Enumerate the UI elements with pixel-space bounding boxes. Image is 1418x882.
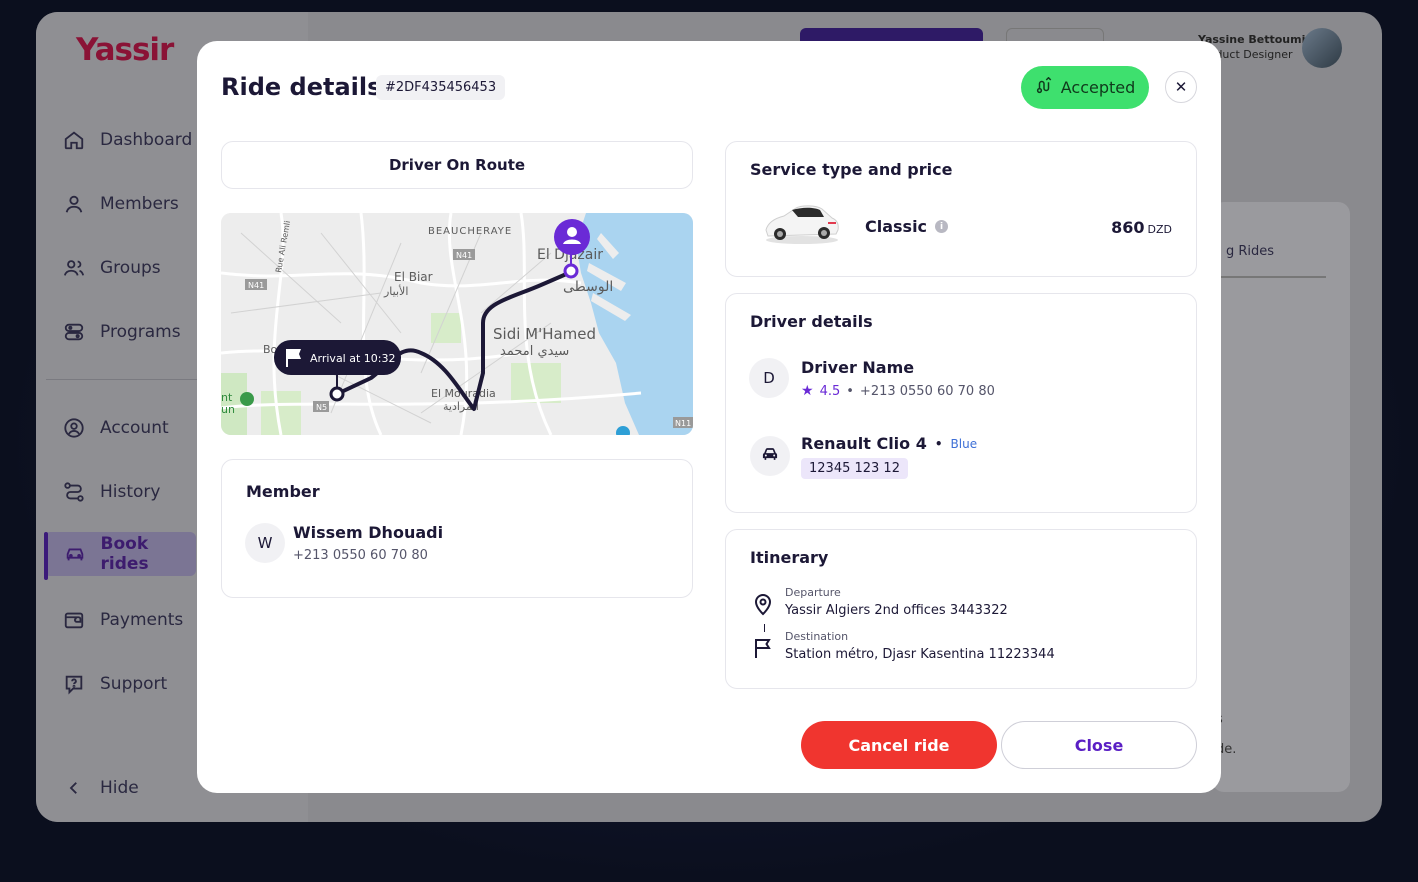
map-label: BEAUCHERAYE (428, 226, 512, 237)
flag-icon (755, 639, 771, 658)
destination-address: Station métro, Djasr Kasentina 11223344 (785, 647, 1055, 662)
car-icon (64, 542, 87, 566)
departure-address: Yassir Algiers 2nd offices 3443322 (785, 603, 1008, 618)
user-name: Yassine Bettoumi (1198, 33, 1306, 46)
map-label: الأبيار (383, 284, 408, 298)
close-button[interactable]: Close (1001, 721, 1197, 769)
driver-avatar: D (749, 358, 789, 398)
users-icon (62, 256, 86, 280)
departure-label: Departure (785, 586, 841, 599)
map-label: un (221, 403, 235, 416)
arrival-label: Arrival at 10:32 (310, 352, 396, 365)
sidebar-item-label: Members (100, 194, 179, 214)
home-icon (62, 128, 86, 152)
avatar[interactable] (1302, 28, 1342, 68)
driver-rating: ★ 4.5 • +213 0550 60 70 80 (801, 383, 995, 399)
chevron-left-icon (62, 776, 86, 800)
member-phone: +213 0550 60 70 80 (293, 548, 428, 563)
member-card-title: Member (246, 482, 320, 501)
separator-dot: • (934, 436, 943, 451)
sidebar-item-label: Book rides (100, 534, 149, 574)
vehicle-model: Renault Clio 4 • Blue (801, 434, 977, 453)
sidebar-item-label: Programs (100, 322, 181, 342)
road-shield-label: N5 (316, 403, 327, 412)
account-icon (62, 416, 86, 440)
modal-title: Ride details (221, 73, 382, 101)
license-plate: 12345 123 12 (801, 458, 908, 479)
itinerary-card-title: Itinerary (750, 548, 829, 567)
map-label: الوسطى (563, 279, 613, 295)
status-label: Accepted (1060, 78, 1136, 97)
status-badge: Accepted (1021, 66, 1149, 109)
flag-icon (287, 349, 301, 359)
ride-id-badge: #2DF435456453 (376, 75, 506, 100)
map-label: El Biar (394, 270, 433, 284)
vehicle-avatar (750, 436, 790, 476)
info-icon[interactable]: i (935, 220, 949, 233)
road-shield-label: N11 (675, 419, 691, 428)
map-label: Sidi M'Hamed (493, 325, 596, 343)
sidebar-item-label: Dashboard (100, 130, 193, 150)
history-icon (62, 480, 86, 504)
star-icon: ★ (801, 383, 814, 399)
brand-logo: Yassir (76, 32, 174, 68)
programs-icon (62, 320, 86, 344)
service-type-label: Classic (865, 217, 928, 236)
ride-details-modal: Ride details #2DF435456453 Accepted ✕ Dr… (197, 41, 1221, 793)
background-tab: g Rides (1226, 244, 1275, 259)
service-card: Service type and price Classic i 860 DZD (725, 141, 1197, 277)
background-panel (1212, 202, 1350, 792)
wallet-icon (62, 608, 86, 632)
ride-state-label: Driver On Route (388, 156, 526, 174)
background-tab-underline (1212, 276, 1326, 278)
driver-card-title: Driver details (750, 312, 873, 331)
map-label: سيدي امحمد (500, 344, 569, 359)
price-currency: DZD (1147, 223, 1172, 236)
sidebar-item-label: History (100, 482, 161, 502)
road-shield-label: N41 (248, 281, 264, 290)
sidebar-item-label: Payments (100, 610, 184, 630)
sidebar-item-label: Groups (100, 258, 161, 278)
close-icon[interactable]: ✕ (1165, 71, 1197, 103)
driver-name: Driver Name (801, 358, 915, 377)
vehicle-model-label: Renault Clio 4 (801, 434, 927, 453)
origin-marker (329, 386, 345, 402)
location-pin-icon (754, 594, 772, 616)
service-price: 860 DZD (1111, 218, 1172, 237)
member-name: Wissem Dhouadi (293, 523, 444, 542)
park-pin-icon (240, 392, 254, 406)
destination-marker (563, 263, 579, 279)
service-type: Classic i (865, 217, 949, 236)
member-avatar: W (245, 523, 285, 563)
car-icon (760, 444, 780, 468)
route-icon (1035, 76, 1053, 99)
hide-label: Hide (100, 778, 139, 798)
destination-label: Destination (785, 630, 849, 643)
price-value: 860 (1111, 218, 1145, 237)
driver-phone: +213 0550 60 70 80 (859, 383, 995, 399)
map-canvas: BEAUCHERAYE El Djazair El Biar الأبيار S… (221, 213, 693, 435)
route-map[interactable]: BEAUCHERAYE El Djazair El Biar الأبيار S… (221, 213, 693, 435)
vehicle-color: Blue (950, 436, 978, 451)
sidebar-item-book-rides[interactable]: Book rides (44, 532, 196, 580)
member-card: Member W Wissem Dhouadi +213 0550 60 70 … (221, 459, 693, 598)
user-icon (62, 192, 86, 216)
support-icon (62, 672, 86, 696)
service-card-title: Service type and price (750, 160, 953, 179)
rating-value: 4.5 (819, 383, 841, 399)
sidebar-item-label: Support (100, 674, 168, 694)
cancel-ride-button[interactable]: Cancel ride (801, 721, 997, 769)
car-image (765, 205, 839, 244)
ride-state-card: Driver On Route (221, 141, 693, 189)
driver-card: Driver details D Driver Name ★ 4.5 • +21… (725, 293, 1197, 513)
itinerary-connector (764, 624, 765, 632)
road-shield-label: N41 (456, 251, 472, 260)
sidebar-item-label: Account (100, 418, 169, 438)
separator-dot: • (846, 383, 854, 399)
itinerary-card: Itinerary Departure Yassir Algiers 2nd o… (725, 529, 1197, 689)
